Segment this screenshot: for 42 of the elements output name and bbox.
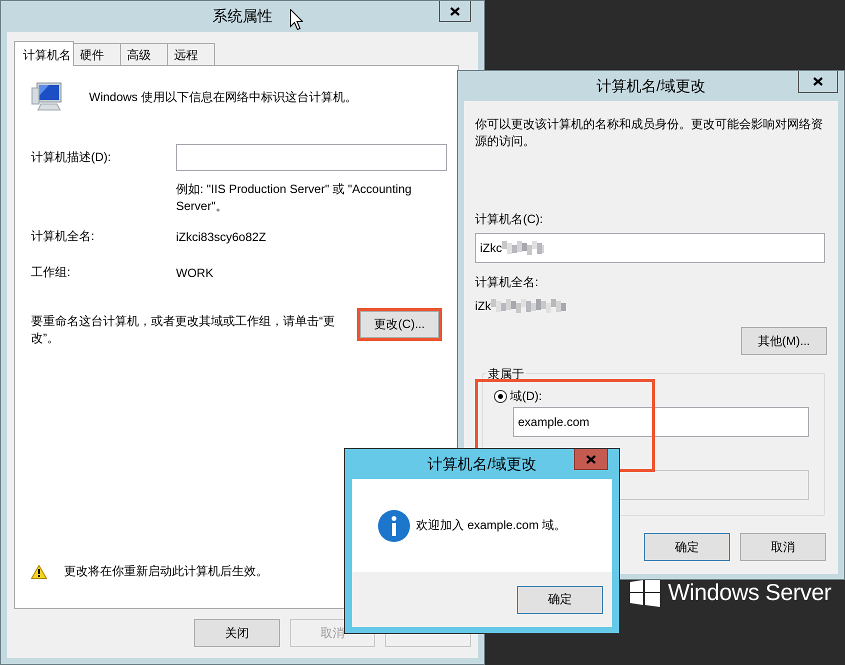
tab[interactable]: 计算机名 xyxy=(14,41,74,66)
redaction-blur xyxy=(502,241,544,255)
field-label: 工作组: xyxy=(31,264,72,281)
full-name-value: iZkci83scy6o82Z xyxy=(176,230,268,244)
intro-text: 你可以更改该计算机的名称和成员身份。更改可能会影响对网络资源的访问。 xyxy=(475,116,824,150)
message-text: 欢迎加入 example.com 域。 xyxy=(416,517,566,534)
ok-button[interactable]: 确定 xyxy=(517,586,603,614)
tab[interactable]: 远程 xyxy=(167,43,215,65)
close-icon xyxy=(450,6,460,16)
dialog-button[interactable]: 取消 xyxy=(740,533,826,561)
field-label: 计算机全名: xyxy=(475,274,540,291)
window-title: 计算机名/域更改 xyxy=(596,76,706,96)
warning-text: 更改将在你重新启动此计算机后生效。 xyxy=(64,563,268,580)
window-title: 系统属性 xyxy=(212,7,272,26)
more-button[interactable]: 其他(M)... xyxy=(741,327,827,355)
dialog-button[interactable]: 确定 xyxy=(644,533,730,561)
intro-text: Windows 使用以下信息在网络中标识这台计算机。 xyxy=(89,88,358,106)
full-name-value: iZk xyxy=(475,299,491,313)
input-field[interactable]: iZkc xyxy=(475,233,825,263)
example-text: 例如: "IIS Production Server" 或 "Accounting Server"。 xyxy=(176,181,413,215)
field-label: 计算机描述(D): xyxy=(31,149,112,166)
info-icon xyxy=(378,510,410,542)
close-icon xyxy=(813,77,823,86)
radio-button[interactable] xyxy=(494,390,507,403)
window-title: 计算机名/域更改 xyxy=(427,454,537,474)
dialog-button[interactable]: 关闭 xyxy=(194,619,280,647)
close-icon xyxy=(586,454,596,464)
field-label: 计算机名(C): xyxy=(475,211,544,228)
change-button[interactable]: 更改(C)... xyxy=(360,311,439,338)
field-label: 计算机全名: xyxy=(31,228,96,245)
option-label: 域(D): xyxy=(510,388,542,405)
windows-logo-icon xyxy=(630,578,660,607)
warning-icon xyxy=(31,564,47,578)
computer-icon xyxy=(31,82,63,112)
close-button[interactable] xyxy=(439,1,471,22)
close-button[interactable] xyxy=(798,71,838,93)
input-field[interactable] xyxy=(176,144,447,171)
input-field[interactable]: example.com xyxy=(513,407,809,437)
branding-text: Windows Server xyxy=(668,579,832,606)
workgroup-value: WORK xyxy=(176,266,214,280)
cursor-icon xyxy=(290,9,303,30)
rename-hint: 要重命名这台计算机，或者更改其域或工作组，请单击“更改”。 xyxy=(31,313,336,347)
